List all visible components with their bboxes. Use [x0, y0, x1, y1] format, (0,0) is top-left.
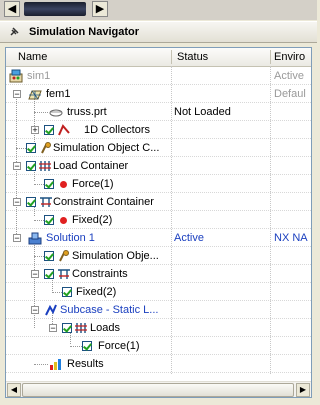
- tree-row-simulation-object-container[interactable]: Simulation Object C...: [6, 139, 311, 157]
- tree-row-force1[interactable]: Force(1): [6, 175, 311, 193]
- collapse-icon[interactable]: −: [13, 162, 21, 171]
- tree-row-fem1[interactable]: − fem1 Defaul: [6, 85, 311, 103]
- visibility-checkbox[interactable]: [44, 269, 54, 279]
- env-value: Active: [274, 70, 304, 82]
- tree-label: fem1: [46, 88, 71, 100]
- collapse-icon[interactable]: −: [31, 270, 39, 279]
- collector-icon: [58, 124, 70, 136]
- tree-row-constraint-container[interactable]: − Constraint Container: [6, 193, 311, 211]
- visibility-checkbox[interactable]: [26, 197, 36, 207]
- simulation-tree-panel: Name Status Enviro sim1 Active − fem1 De…: [5, 47, 312, 398]
- tree-row-truss-prt[interactable]: truss.prt Not Loaded: [6, 103, 311, 121]
- tree-row-constraints[interactable]: − Constraints: [6, 265, 311, 283]
- tree-label: Simulation Obje...: [72, 250, 159, 262]
- collapse-icon[interactable]: −: [49, 324, 57, 333]
- fixed-icon: [60, 217, 67, 224]
- visibility-checkbox[interactable]: [26, 161, 36, 171]
- status-value: Active: [174, 232, 204, 244]
- tree-label: Load Container: [53, 160, 129, 172]
- tree-row-force1-loads[interactable]: Force(1): [6, 337, 311, 355]
- collapse-icon[interactable]: −: [13, 90, 21, 99]
- status-value: Not Loaded: [174, 106, 231, 118]
- tree-label: Force(1): [98, 340, 140, 352]
- back-arrow-icon[interactable]: ◀: [4, 1, 20, 17]
- horizontal-scrollbar[interactable]: ◀ ▶: [6, 381, 311, 397]
- tree-label: truss.prt: [67, 106, 107, 118]
- subcase-icon: [45, 304, 57, 316]
- sim-object-icon: [41, 142, 51, 154]
- solution-icon: [28, 232, 42, 245]
- column-status[interactable]: Status: [177, 51, 208, 63]
- tree-row-fixed2-solution[interactable]: Fixed(2): [6, 283, 311, 301]
- tree-label: Solution 1: [46, 232, 95, 244]
- visibility-checkbox[interactable]: [44, 179, 54, 189]
- collapse-icon[interactable]: −: [13, 234, 21, 243]
- tree-row-sim1[interactable]: sim1 Active: [6, 67, 311, 85]
- column-header-row: Name Status Enviro: [6, 48, 311, 67]
- sim-icon: [9, 69, 23, 83]
- scroll-right-icon[interactable]: ▶: [296, 383, 310, 397]
- constraint-icon: [40, 197, 52, 207]
- tree-row-results[interactable]: Results: [6, 355, 311, 373]
- nav-pin-icon[interactable]: [8, 26, 20, 38]
- tree-row-solution1[interactable]: − Solution 1 Active NX NA: [6, 229, 311, 247]
- visibility-checkbox[interactable]: [62, 287, 72, 297]
- tree-label: Force(1): [72, 178, 114, 190]
- constraint-icon: [58, 269, 70, 279]
- column-name[interactable]: Name: [18, 51, 47, 63]
- fem-icon: [28, 90, 42, 100]
- tree-row-loads[interactable]: − Loads: [6, 319, 311, 337]
- column-environment[interactable]: Enviro: [274, 51, 305, 63]
- env-value: Defaul: [274, 88, 306, 100]
- toolbar-graphic: [24, 2, 86, 16]
- visibility-checkbox[interactable]: [62, 323, 72, 333]
- sim-object-icon: [59, 250, 69, 262]
- visibility-checkbox[interactable]: [26, 143, 36, 153]
- tree-row-1d-collectors[interactable]: + 1D Collectors: [6, 121, 311, 139]
- load-icon: [39, 161, 51, 171]
- tree-label: Constraints: [72, 268, 128, 280]
- tree-label: Fixed(2): [76, 286, 117, 298]
- collapse-icon[interactable]: −: [31, 306, 39, 315]
- navigator-toolbar: ◀ ▶: [0, 0, 317, 20]
- tree-row-simulation-objects[interactable]: Simulation Obje...: [6, 247, 311, 265]
- part-icon: [49, 109, 63, 117]
- tree-label: Constraint Container: [53, 196, 154, 208]
- visibility-checkbox[interactable]: [44, 215, 54, 225]
- tree-row-load-container[interactable]: − Load Container: [6, 157, 311, 175]
- visibility-checkbox[interactable]: [82, 341, 92, 351]
- tree-label: Subcase - Static L...: [60, 304, 159, 316]
- tree-label: Simulation Object C...: [53, 142, 160, 154]
- tree-label: sim1: [27, 70, 51, 82]
- force-icon: [60, 181, 67, 188]
- expand-icon[interactable]: +: [31, 126, 39, 135]
- navigator-header: Simulation Navigator: [0, 21, 317, 43]
- navigator-title: Simulation Navigator: [29, 26, 140, 38]
- scroll-thumb[interactable]: [22, 383, 294, 397]
- env-value: NX NA: [274, 232, 308, 244]
- visibility-checkbox[interactable]: [44, 125, 54, 135]
- tree-label: Fixed(2): [72, 214, 113, 226]
- tree-label: Results: [67, 358, 104, 370]
- forward-arrow-icon[interactable]: ▶: [92, 1, 108, 17]
- tree-label: 1D Collectors: [84, 124, 151, 136]
- scroll-left-icon[interactable]: ◀: [7, 383, 21, 397]
- load-icon: [75, 323, 87, 333]
- visibility-checkbox[interactable]: [44, 251, 54, 261]
- collapse-icon[interactable]: −: [13, 198, 21, 207]
- tree-row-fixed2[interactable]: Fixed(2): [6, 211, 311, 229]
- results-icon: [50, 359, 61, 370]
- tree-row-subcase[interactable]: − Subcase - Static L...: [6, 301, 311, 319]
- tree-label: Loads: [90, 322, 120, 334]
